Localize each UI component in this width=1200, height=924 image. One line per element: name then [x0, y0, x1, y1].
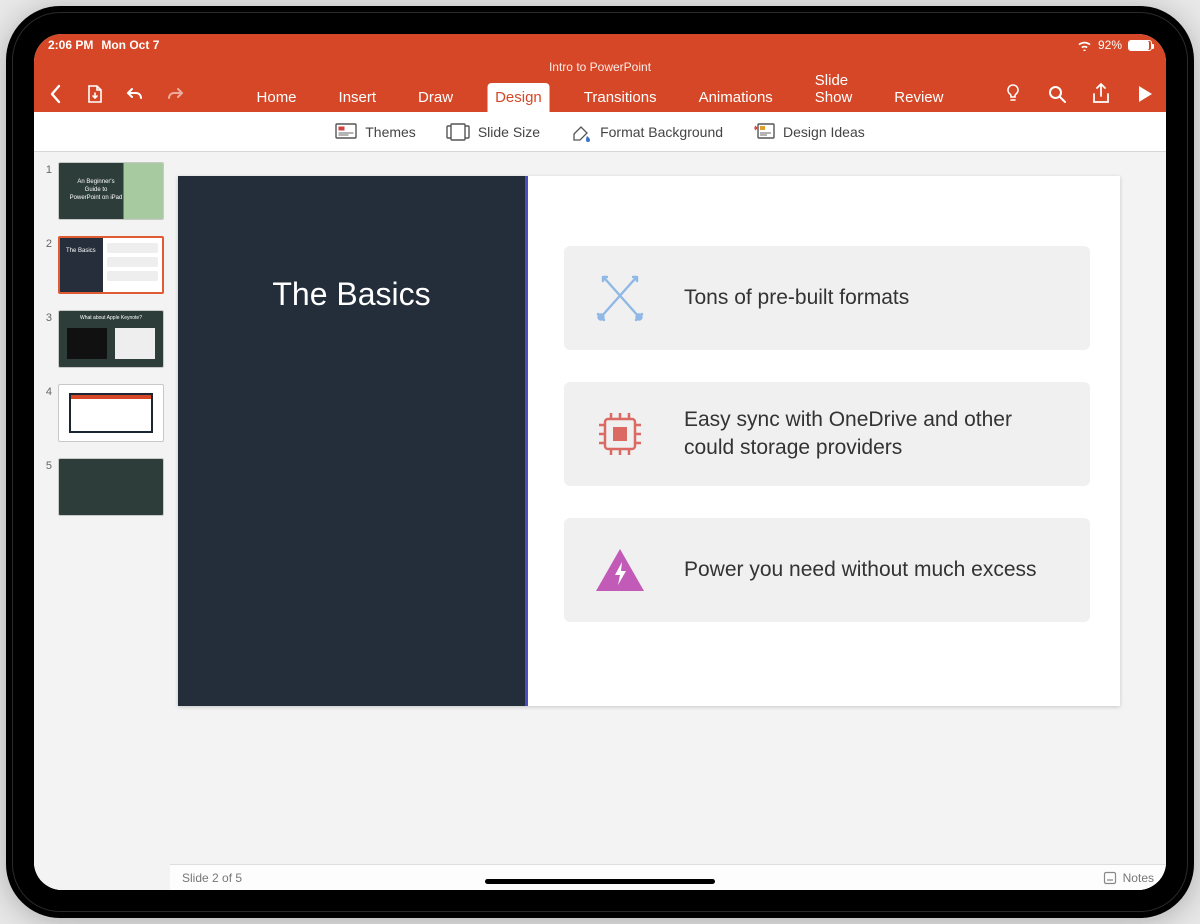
tab-insert[interactable]: Insert: [331, 83, 385, 112]
chip-icon: [590, 404, 650, 464]
slide-thumbnail-5[interactable]: [58, 458, 164, 516]
file-menu-button[interactable]: [84, 83, 106, 105]
slide-size-label: Slide Size: [478, 124, 540, 140]
slide-card-1-text: Tons of pre-built formats: [684, 284, 909, 312]
slide-card-2[interactable]: Easy sync with OneDrive and other could …: [564, 382, 1090, 486]
slide-thumbnail-2[interactable]: The Basics: [58, 236, 164, 294]
status-date: Mon Oct 7: [101, 38, 159, 52]
wifi-icon: [1077, 40, 1092, 51]
slide-card-2-text: Easy sync with OneDrive and other could …: [684, 406, 1064, 463]
notes-icon: [1103, 871, 1117, 885]
slide-size-button[interactable]: Slide Size: [446, 123, 540, 141]
home-indicator[interactable]: [485, 879, 715, 884]
slide-title: The Basics: [272, 276, 430, 313]
tab-transitions[interactable]: Transitions: [576, 83, 665, 112]
format-background-button[interactable]: Format Background: [570, 122, 723, 142]
battery-percent: 92%: [1098, 38, 1122, 52]
slide-position: Slide 2 of 5: [182, 871, 242, 885]
battery-icon: [1128, 40, 1152, 51]
ios-status-bar: 2:06 PM Mon Oct 7 92%: [34, 34, 1166, 56]
slide-thumbnail-panel[interactable]: 1 An Beginner's Guide to PowerPoint on i…: [34, 152, 170, 890]
slide-size-icon: [446, 123, 470, 141]
swords-icon: [590, 268, 650, 328]
search-button[interactable]: [1046, 83, 1068, 105]
thumb-number: 5: [40, 458, 52, 472]
slide-card-1[interactable]: Tons of pre-built formats: [564, 246, 1090, 350]
tab-home[interactable]: Home: [249, 83, 305, 112]
design-toolbar: Themes Slide Size Format Background Desi…: [34, 112, 1166, 152]
slide-card-3[interactable]: Power you need without much excess: [564, 518, 1090, 622]
slide-thumbnail-1[interactable]: An Beginner's Guide to PowerPoint on iPa…: [58, 162, 164, 220]
thumb-number: 4: [40, 384, 52, 398]
tab-design[interactable]: Design: [487, 83, 550, 112]
slide-thumbnail-3[interactable]: What about Apple Keynote?: [58, 310, 164, 368]
thumb-number: 1: [40, 162, 52, 176]
status-time: 2:06 PM: [48, 38, 93, 52]
back-button[interactable]: [44, 83, 66, 105]
slide-canvas-area[interactable]: The Basics Tons of pre-built formats: [170, 152, 1166, 864]
ipad-device-frame: 2:06 PM Mon Oct 7 92% Intro to PowerPoin…: [6, 6, 1194, 918]
workspace: 1 An Beginner's Guide to PowerPoint on i…: [34, 152, 1166, 890]
design-ideas-label: Design Ideas: [783, 124, 865, 140]
format-background-label: Format Background: [600, 124, 723, 140]
tab-slideshow[interactable]: Slide Show: [807, 66, 861, 112]
slide-title-panel[interactable]: The Basics: [178, 176, 528, 706]
lightning-triangle-icon: [590, 540, 650, 600]
notes-label: Notes: [1123, 871, 1154, 885]
format-background-icon: [570, 122, 592, 142]
thumb-number: 2: [40, 236, 52, 250]
thumb-number: 3: [40, 310, 52, 324]
tell-me-button[interactable]: [1002, 83, 1024, 105]
undo-button[interactable]: [124, 83, 146, 105]
document-title: Intro to PowerPoint: [34, 56, 1166, 76]
tab-review[interactable]: Review: [886, 83, 951, 112]
design-ideas-icon: [753, 123, 775, 141]
app-bar: Intro to PowerPoint: [34, 56, 1166, 112]
tab-draw[interactable]: Draw: [410, 83, 461, 112]
share-button[interactable]: [1090, 83, 1112, 105]
current-slide[interactable]: The Basics Tons of pre-built formats: [178, 176, 1120, 706]
themes-button[interactable]: Themes: [335, 123, 416, 141]
status-footer: Slide 2 of 5 Notes: [170, 864, 1166, 890]
notes-button[interactable]: Notes: [1103, 871, 1154, 885]
themes-icon: [335, 123, 357, 141]
slide-card-3-text: Power you need without much excess: [684, 556, 1037, 584]
design-ideas-button[interactable]: Design Ideas: [753, 123, 865, 141]
themes-label: Themes: [365, 124, 416, 140]
redo-button[interactable]: [164, 83, 186, 105]
slide-thumbnail-4[interactable]: Design: [58, 384, 164, 442]
tab-animations[interactable]: Animations: [691, 83, 781, 112]
play-slideshow-button[interactable]: [1134, 83, 1156, 105]
ribbon-tabs: Home Insert Draw Design Transitions Anim…: [249, 76, 952, 112]
